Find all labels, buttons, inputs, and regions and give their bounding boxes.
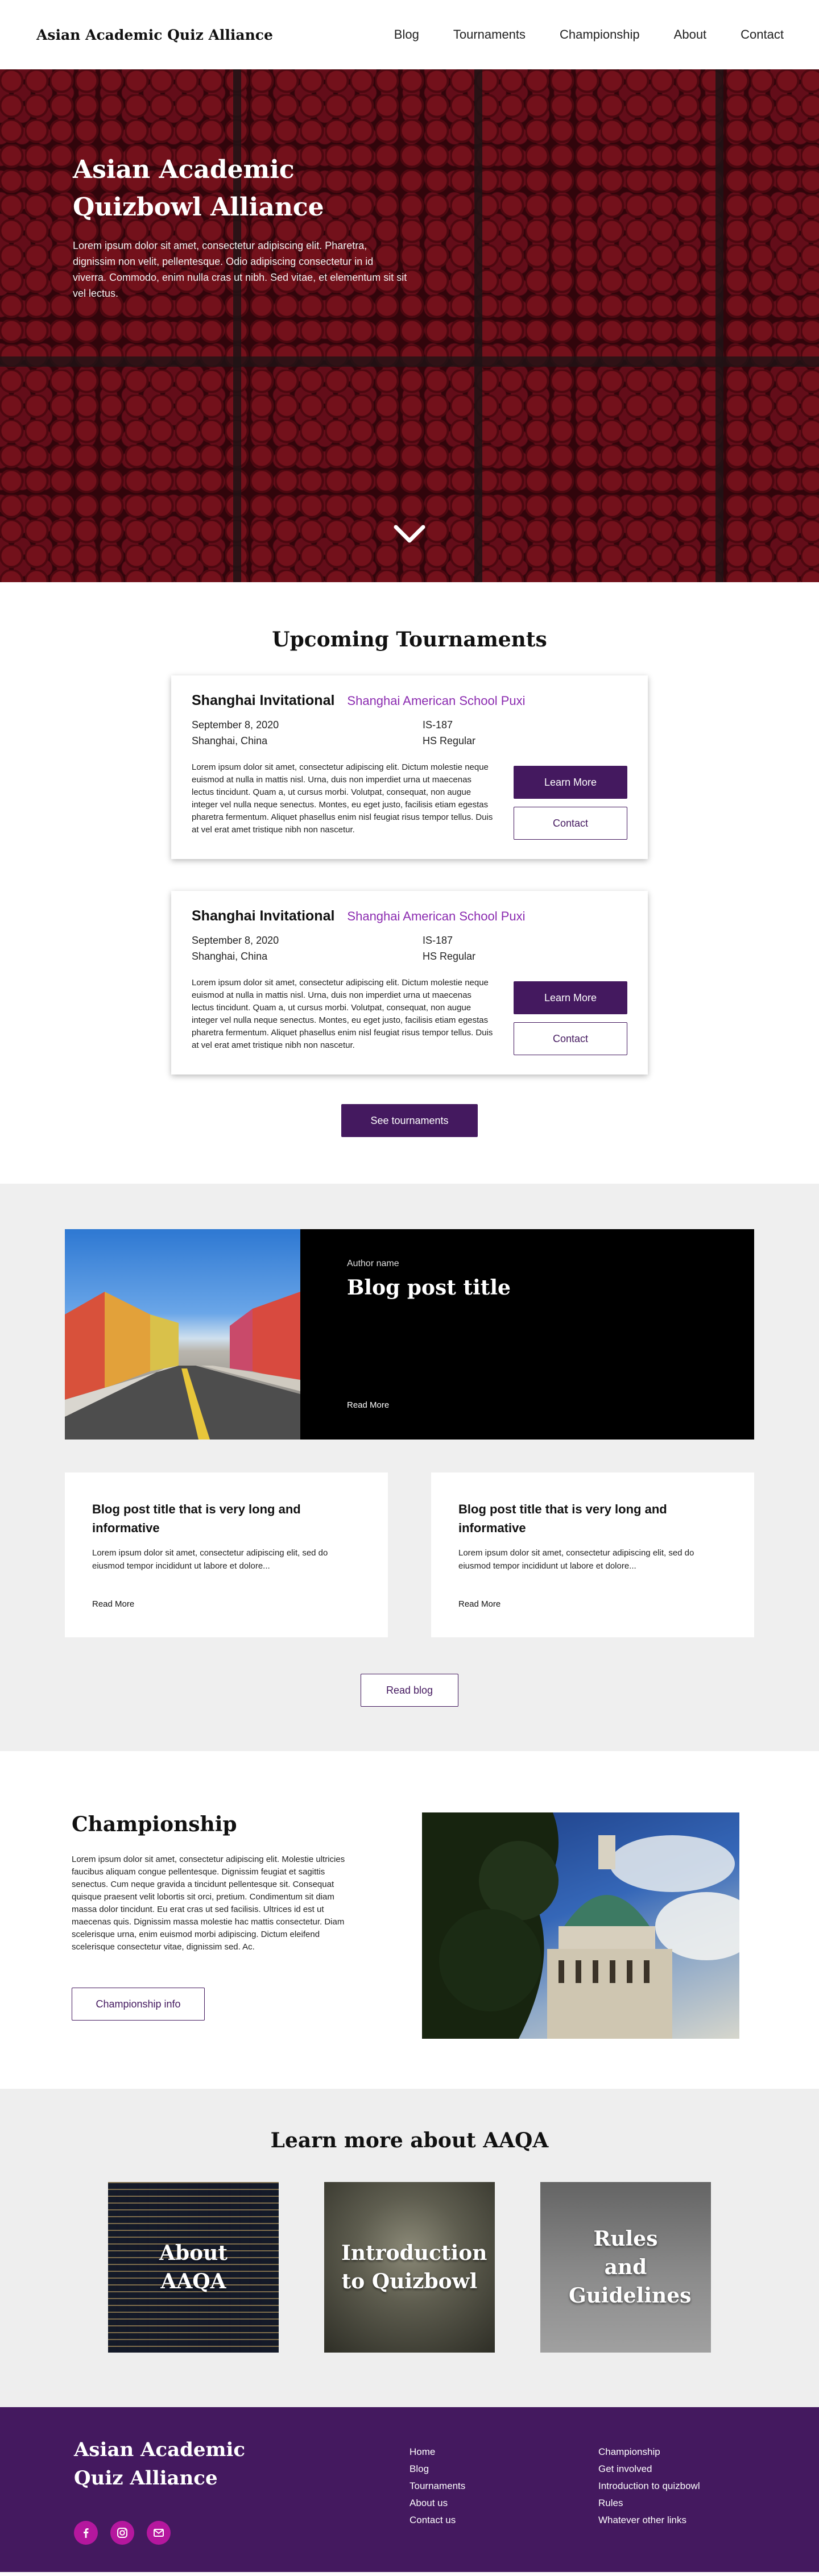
instagram-icon[interactable] [110, 2521, 134, 2545]
blog-card-text: Lorem ipsum dolor sit amet, consectetur … [92, 1548, 328, 1571]
championship-info-button[interactable]: Championship info [72, 1988, 205, 2021]
tournament-buttons: Learn More Contact [514, 977, 627, 1055]
nav-link-contact[interactable]: Contact [741, 27, 784, 42]
learn-more-cards: About AAQA Introduction to Quizbowl Rule… [0, 2182, 819, 2353]
footer: Asian Academic Quiz Alliance Home Blog T… [0, 2407, 819, 2572]
chevron-down-icon[interactable] [394, 524, 425, 547]
nav-link-blog[interactable]: Blog [394, 27, 419, 42]
footer-link-rules[interactable]: Rules [598, 2495, 700, 2512]
learn-card-about[interactable]: About AAQA [108, 2182, 279, 2353]
blog-card[interactable]: Blog post title that is very long and in… [65, 1472, 388, 1637]
nav-links: Blog Tournaments Championship About Cont… [360, 27, 784, 42]
facebook-icon[interactable] [74, 2521, 98, 2545]
tournament-meta: September 8, 2020 IS-187 Shanghai, China… [192, 717, 627, 749]
footer-link-other[interactable]: Whatever other links [598, 2512, 700, 2529]
footer-link-home[interactable]: Home [410, 2444, 465, 2461]
learn-more-button[interactable]: Learn More [514, 981, 627, 1014]
learn-card-label: Rules and Guidelines [569, 2227, 692, 2308]
footer-link-blog[interactable]: Blog [410, 2461, 465, 2478]
footer-brand: Asian Academic Quiz Alliance [74, 2438, 246, 2490]
tournament-code: IS-187 [423, 719, 453, 731]
tournament-description: Lorem ipsum dolor sit amet, consectetur … [192, 978, 493, 1050]
footer-link-championship[interactable]: Championship [598, 2444, 700, 2461]
blog-card-title: Blog post title that is very long and in… [92, 1502, 301, 1535]
footer-social [74, 2521, 171, 2545]
championship-section: Championship Lorem ipsum dolor sit amet,… [0, 1751, 819, 2089]
blog-feature-title[interactable]: Blog post title [347, 1276, 708, 1300]
see-tournaments-button[interactable]: See tournaments [341, 1104, 478, 1137]
footer-link-contact[interactable]: Contact us [410, 2512, 465, 2529]
hero-section: Asian Academic Quizbowl Alliance Lorem i… [0, 69, 819, 582]
tournament-body: Lorem ipsum dolor sit amet, consectetur … [192, 761, 627, 840]
nav-link-tournaments[interactable]: Tournaments [453, 27, 526, 42]
blog-card-read-more[interactable]: Read More [458, 1599, 500, 1609]
learn-card-label: About AAQA [159, 2241, 228, 2293]
tournament-header: Shanghai Invitational Shanghai American … [192, 692, 627, 709]
blog-card[interactable]: Blog post title that is very long and in… [431, 1472, 754, 1637]
tournament-meta: September 8, 2020 IS-187 Shanghai, China… [192, 932, 627, 964]
tournament-card: Shanghai Invitational Shanghai American … [171, 675, 648, 859]
footer-link-intro-quizbowl[interactable]: Introduction to quizbowl [598, 2478, 700, 2495]
tournament-code: IS-187 [423, 935, 453, 946]
blog-feature-read-more[interactable]: Read More [347, 1400, 389, 1410]
tournament-school: Shanghai American School Puxi [347, 694, 526, 708]
site-brand[interactable]: Asian Academic Quiz Alliance [36, 27, 273, 43]
tournaments-section: Upcoming Tournaments Shanghai Invitation… [0, 582, 819, 1184]
learn-more-section: Learn more about AAQA About AAQA Introdu… [0, 2089, 819, 2407]
hero-content: Asian Academic Quizbowl Alliance Lorem i… [73, 151, 408, 301]
hero-title: Asian Academic Quizbowl Alliance [73, 155, 324, 222]
blog-feature-text: Author name Blog post title Read More [300, 1229, 754, 1440]
tournament-date: September 8, 2020 [192, 719, 279, 731]
tournament-location: Shanghai, China [192, 735, 268, 746]
learn-card-intro[interactable]: Introduction to Quizbowl [324, 2182, 495, 2353]
mail-icon[interactable] [147, 2521, 171, 2545]
blog-card-title: Blog post title that is very long and in… [458, 1502, 667, 1535]
tournament-date: September 8, 2020 [192, 935, 279, 946]
blog-author: Author name [347, 1259, 399, 1268]
blog-feature[interactable]: Author name Blog post title Read More [65, 1229, 754, 1440]
nav-link-about[interactable]: About [674, 27, 707, 42]
championship-text: Lorem ipsum dolor sit amet, consectetur … [72, 1855, 345, 1952]
tournament-name: Shanghai Invitational [192, 908, 335, 924]
tournament-description: Lorem ipsum dolor sit amet, consectetur … [192, 762, 493, 835]
blog-section: Author name Blog post title Read More Bl… [0, 1184, 819, 1751]
footer-column-1: Home Blog Tournaments About us Contact u… [410, 2444, 465, 2529]
blog-card-read-more[interactable]: Read More [92, 1599, 134, 1609]
contact-button[interactable]: Contact [514, 1022, 627, 1055]
tournament-body: Lorem ipsum dolor sit amet, consectetur … [192, 977, 627, 1055]
blog-cards: Blog post title that is very long and in… [65, 1472, 754, 1637]
footer-link-get-involved[interactable]: Get involved [598, 2461, 700, 2478]
tournament-card: Shanghai Invitational Shanghai American … [171, 891, 648, 1075]
learn-card-label: Introduction to Quizbowl [341, 2241, 487, 2293]
championship-image [422, 1812, 739, 2039]
tournament-name: Shanghai Invitational [192, 692, 335, 708]
tournament-location: Shanghai, China [192, 951, 268, 962]
footer-link-tournaments[interactable]: Tournaments [410, 2478, 465, 2495]
tournament-header: Shanghai Invitational Shanghai American … [192, 908, 627, 924]
read-blog-button[interactable]: Read blog [361, 1674, 458, 1707]
learn-more-button[interactable]: Learn More [514, 766, 627, 799]
tournament-school: Shanghai American School Puxi [347, 909, 526, 923]
footer-link-about[interactable]: About us [410, 2495, 465, 2512]
learn-more-title: Learn more about AAQA [270, 2129, 549, 2152]
nav-link-championship[interactable]: Championship [560, 27, 640, 42]
tournament-buttons: Learn More Contact [514, 761, 627, 840]
hero-text: Lorem ipsum dolor sit amet, consectetur … [73, 240, 407, 299]
footer-column-2: Championship Get involved Introduction t… [598, 2444, 700, 2529]
learn-card-rules[interactable]: Rules and Guidelines [540, 2182, 711, 2353]
blog-card-text: Lorem ipsum dolor sit amet, consectetur … [458, 1548, 694, 1571]
tournament-level: HS Regular [423, 735, 476, 746]
contact-button[interactable]: Contact [514, 807, 627, 840]
tournament-level: HS Regular [423, 951, 476, 962]
top-nav: Asian Academic Quiz Alliance Blog Tourna… [0, 0, 819, 69]
championship-title: Championship [72, 1812, 237, 1836]
tournaments-title: Upcoming Tournaments [272, 628, 547, 652]
championship-content: Championship Lorem ipsum dolor sit amet,… [72, 1812, 350, 2039]
blog-feature-image [65, 1229, 300, 1440]
